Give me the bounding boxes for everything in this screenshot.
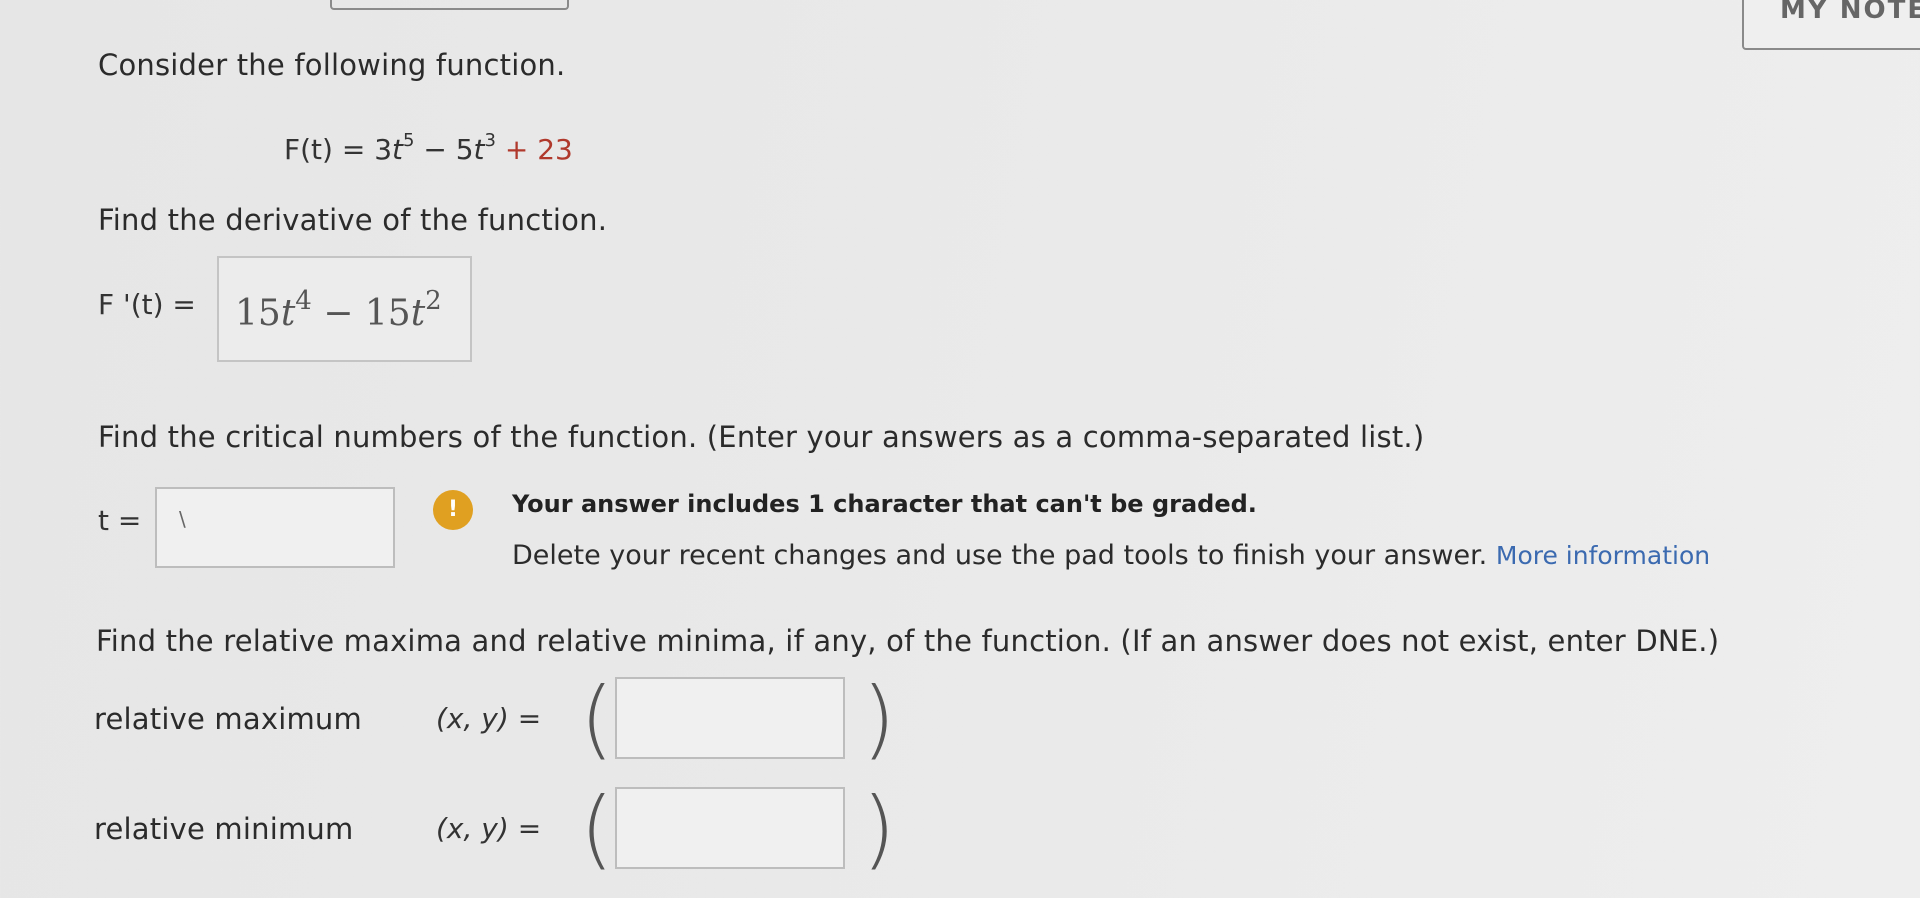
critical-input[interactable]: \ — [155, 487, 395, 568]
extrema-prompt: Find the relative maxima and relative mi… — [96, 624, 1720, 658]
critical-input-value: \ — [179, 507, 186, 531]
function-exp5: 5 — [403, 130, 415, 151]
derivative-var: t — [410, 293, 426, 334]
function-formula: F(t) = 3t5 − 5t3 + 23 — [284, 130, 573, 166]
function-lhs: F(t) = 3 — [284, 133, 393, 166]
derivative-answer-box[interactable]: 15t4 − 15t2 — [217, 256, 472, 362]
derivative-label: F '(t) = — [98, 288, 196, 321]
max-input[interactable] — [615, 677, 845, 759]
derivative-minus: − 15 — [311, 293, 411, 334]
function-var: t — [392, 133, 403, 166]
warning-body: Delete your recent changes and use the p… — [512, 540, 1488, 571]
min-xy-label: (x, y) = — [436, 812, 542, 845]
function-constant: + 23 — [495, 133, 573, 166]
more-information-link[interactable]: More information — [1496, 541, 1710, 570]
warning-icon: ! — [433, 490, 473, 530]
max-label: relative maximum — [94, 702, 362, 736]
my-notes-button[interactable]: MY NOTE — [1742, 0, 1920, 50]
top-toolbar-edge — [330, 0, 569, 10]
max-xy-label: (x, y) = — [436, 702, 542, 735]
critical-prompt: Find the critical numbers of the functio… — [98, 420, 1425, 454]
derivative-prompt: Find the derivative of the function. — [98, 203, 608, 237]
max-open-paren: ( — [580, 669, 614, 769]
critical-label: t = — [98, 504, 142, 537]
intro-text: Consider the following function. — [98, 48, 566, 82]
derivative-exp1: 4 — [295, 286, 312, 316]
min-input[interactable] — [615, 787, 845, 869]
min-open-paren: ( — [580, 779, 614, 879]
warning-title: Your answer includes 1 character that ca… — [512, 490, 1257, 518]
min-label: relative minimum — [94, 812, 354, 846]
min-close-paren: ) — [862, 779, 896, 879]
warning-message: Delete your recent changes and use the p… — [512, 540, 1710, 571]
derivative-var: t — [280, 293, 296, 334]
derivative-exp2: 2 — [425, 286, 442, 316]
derivative-coef1: 15 — [235, 293, 281, 334]
function-term2: − 5 — [414, 133, 474, 166]
function-var: t — [473, 133, 485, 166]
function-exp3: 3 — [484, 130, 496, 151]
max-close-paren: ) — [862, 669, 896, 769]
derivative-answer: 15t4 − 15t2 — [235, 286, 442, 334]
